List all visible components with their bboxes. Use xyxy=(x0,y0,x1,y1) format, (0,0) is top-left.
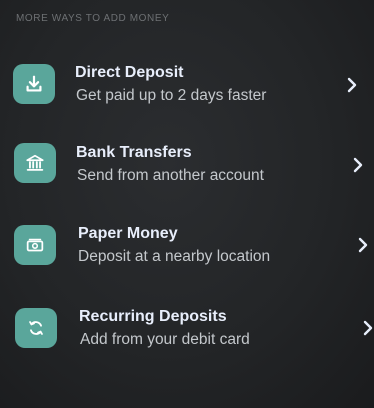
chevron-right-icon xyxy=(362,320,374,338)
chevron-right-icon xyxy=(352,157,366,175)
direct-deposit-row[interactable]: Direct Deposit Get paid up to 2 days fas… xyxy=(0,60,360,120)
bank-icon xyxy=(26,154,44,171)
recurring-deposits-row[interactable]: Recurring Deposits Add from your debit c… xyxy=(0,304,373,364)
paper-money-title: Paper Money xyxy=(78,225,178,242)
direct-deposit-subtitle: Get paid up to 2 days faster xyxy=(76,87,267,104)
paper-money-subtitle: Deposit at a nearby location xyxy=(78,248,271,265)
chevron-right-icon xyxy=(357,237,371,255)
download-icon xyxy=(26,75,42,92)
bank-transfers-title: Bank Transfers xyxy=(76,144,192,161)
section-header: MORE WAYS TO ADD MONEY xyxy=(16,13,170,24)
add-money-screen: MORE WAYS TO ADD MONEY Direct Deposit Ge… xyxy=(0,0,374,408)
direct-deposit-title: Direct Deposit xyxy=(75,64,184,81)
bank-transfers-subtitle: Send from another account xyxy=(77,167,264,184)
paper-money-icon-tile xyxy=(14,225,56,265)
recurring-deposits-subtitle: Add from your debit card xyxy=(80,331,250,348)
recurring-deposits-title: Recurring Deposits xyxy=(79,308,227,325)
cash-bill-icon xyxy=(26,238,44,252)
recurring-icon xyxy=(29,321,43,335)
bank-transfers-icon-tile xyxy=(14,143,56,183)
chevron-right-icon xyxy=(346,77,360,95)
direct-deposit-icon-tile xyxy=(13,64,55,104)
recurring-deposits-icon-tile xyxy=(15,308,57,348)
bank-transfers-row[interactable]: Bank Transfers Send from another account xyxy=(0,140,363,200)
paper-money-row[interactable]: Paper Money Deposit at a nearby location xyxy=(0,221,368,281)
